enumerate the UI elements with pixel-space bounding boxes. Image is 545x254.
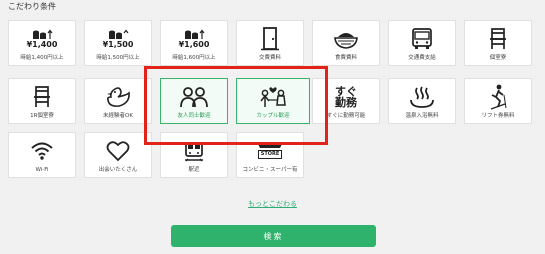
more-conditions-link[interactable]: もっとこだわる [248,199,297,209]
highlight-box [144,66,328,145]
bus-icon [389,25,455,53]
tile-dorm-free[interactable]: 交費費料 [236,20,304,66]
tile-transport[interactable]: 交通費支給 [388,20,456,66]
coins-icon: ¥1,500 [85,25,151,53]
tile-label: 駅近 [188,167,200,173]
wage-amount: ¥1,400 [26,40,58,49]
tile-label: リフト券無料 [481,113,515,119]
tile-label: 食費費料 [334,55,357,61]
door-icon [237,25,303,53]
tile-private-room[interactable]: 個室寮 [464,20,532,66]
heart-icon [85,137,151,165]
chair-icon [465,25,531,53]
tile-encounters[interactable]: 出会いたくさん [84,132,152,178]
tile-label: 時給1,600円以上 [172,55,216,61]
tile-label: 出会いたくさん [98,167,138,173]
duck-icon [85,83,151,111]
wifi-icon [9,137,75,165]
tile-wifi[interactable]: Wi-Fi [8,132,76,178]
tile-hot-spring[interactable]: 温泉入浴無料 [388,78,456,124]
wage-amount: ¥1,600 [178,40,210,49]
tile-label: 時給1,500円以上 [96,55,140,61]
tile-label: 未経験者OK [103,113,133,119]
tile-label: 時給1,400円以上 [20,55,64,61]
rice-bowl-icon [313,25,379,53]
tile-label: 温泉入浴無料 [405,113,439,119]
tile-label: Wi-Fi [35,167,49,173]
tile-label: 交費費料 [258,55,281,61]
tile-beginner-ok[interactable]: 未経験者OK [84,78,152,124]
search-button[interactable]: 検索 [171,225,376,247]
tile-wage-1600[interactable]: ¥1,600 時給1,600円以上 [160,20,228,66]
skier-icon [465,83,531,111]
wage-amount: ¥1,500 [102,40,134,49]
hot-spring-icon [389,83,455,111]
tile-wage-1500[interactable]: ¥1,500 時給1,500円以上 [84,20,152,66]
tile-1r-private-room[interactable]: 1R個室寮 [8,78,76,124]
tile-lift-ticket[interactable]: リフト券無料 [464,78,532,124]
coins-icon: ¥1,400 [9,25,75,53]
chair-icon [9,83,75,111]
tile-label: 個室寮 [489,55,507,61]
coins-icon: ¥1,600 [161,25,227,53]
section-title: こだわり条件 [8,2,56,11]
tile-label: コンビニ・スーパー有 [242,167,298,173]
tile-label: 交通費支給 [408,55,436,61]
tile-wage-1400[interactable]: ¥1,400 時給1,400円以上 [8,20,76,66]
tile-label: 1R個室寮 [30,113,54,119]
tile-meal-free[interactable]: 食費費料 [312,20,380,66]
